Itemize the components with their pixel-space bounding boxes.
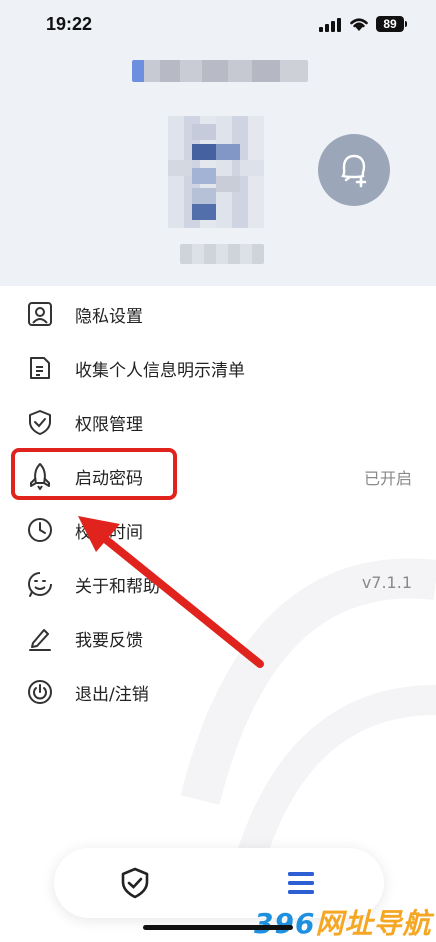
home-indicator <box>143 925 293 930</box>
annotation-arrow <box>78 516 264 668</box>
site-watermark: 396网址导航 <box>254 907 432 940</box>
menu-icon[interactable] <box>286 868 316 898</box>
shield-check-icon[interactable] <box>118 866 152 900</box>
